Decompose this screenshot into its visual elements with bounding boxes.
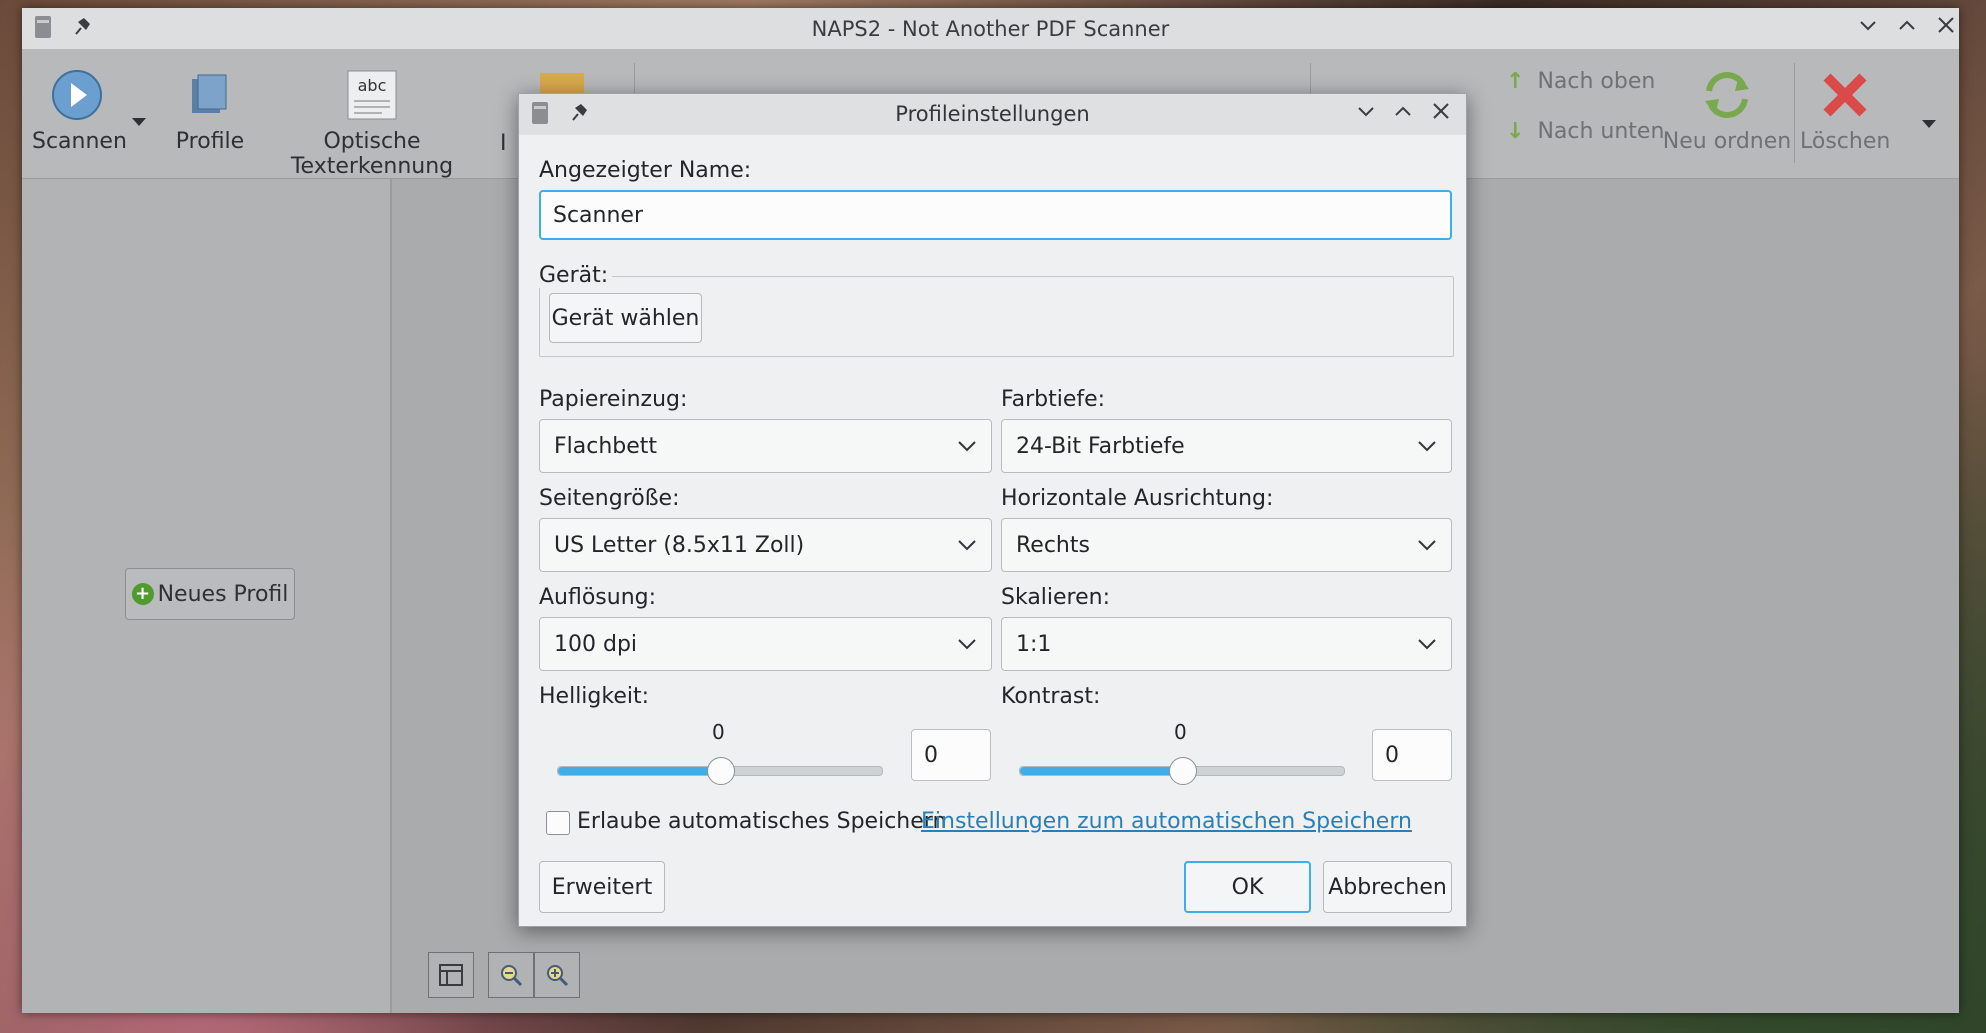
reorder-label: Neu ordnen xyxy=(1662,129,1792,154)
device-label: Gerät: xyxy=(539,263,613,288)
import-label-partial: I xyxy=(500,131,507,156)
brightness-slider[interactable] xyxy=(557,757,883,785)
move-up-button[interactable]: ↑ Nach oben xyxy=(1506,69,1655,94)
maximize-icon[interactable] xyxy=(1896,14,1918,42)
scan-dropdown-arrow[interactable] xyxy=(130,109,148,134)
maximize-icon[interactable] xyxy=(1392,100,1414,128)
profiles-sidebar: + Neues Profil xyxy=(22,179,392,1013)
contrast-slider-value: 0 xyxy=(1174,720,1187,744)
horizontal-align-value: Rechts xyxy=(1016,532,1090,558)
bit-depth-value: 24-Bit Farbtiefe xyxy=(1016,433,1185,459)
page-size-label: Seitengröße: xyxy=(539,486,680,511)
contrast-input[interactable] xyxy=(1372,729,1452,781)
reorder-icon xyxy=(1705,72,1749,118)
chevron-down-icon xyxy=(958,441,976,452)
scale-label: Skalieren: xyxy=(1001,585,1111,610)
contrast-label: Kontrast: xyxy=(1001,684,1101,709)
page-size-value: US Letter (8.5x11 Zoll) xyxy=(554,532,805,558)
scan-button[interactable]: Scannen xyxy=(32,69,127,154)
brightness-slider-handle[interactable] xyxy=(707,757,735,785)
profiles-icon xyxy=(192,74,227,113)
delete-label: Löschen xyxy=(1800,129,1891,154)
toolbar-separator xyxy=(1794,63,1795,163)
contrast-slider-fill xyxy=(1020,767,1182,775)
resolution-select[interactable]: 100 dpi xyxy=(539,617,992,671)
move-up-label: Nach oben xyxy=(1537,69,1656,94)
dialog-titlebar: Profileinstellungen xyxy=(519,94,1466,135)
minimize-icon[interactable] xyxy=(1857,14,1879,42)
move-down-button[interactable]: ↓ Nach unten xyxy=(1506,119,1664,144)
move-down-label: Nach unten xyxy=(1537,119,1665,144)
new-profile-label: Neues Profil xyxy=(157,581,289,607)
arrow-up-icon: ↑ xyxy=(1506,69,1525,94)
brightness-label: Helligkeit: xyxy=(539,684,650,709)
import-button-partial[interactable]: I xyxy=(500,131,507,156)
resolution-value: 100 dpi xyxy=(554,631,638,657)
brightness-input[interactable] xyxy=(911,729,991,781)
scan-label: Scannen xyxy=(32,129,127,154)
minimize-icon[interactable] xyxy=(1355,100,1377,128)
ok-button[interactable]: OK xyxy=(1184,861,1311,913)
delete-icon xyxy=(1823,73,1867,117)
scan-icon xyxy=(52,70,102,120)
contrast-slider[interactable] xyxy=(1019,757,1345,785)
display-name-input[interactable] xyxy=(539,190,1452,240)
cancel-button[interactable]: Abbrechen xyxy=(1323,861,1452,913)
arrow-down-icon: ↓ xyxy=(1506,119,1525,144)
svg-text:abc: abc xyxy=(358,76,387,95)
plus-icon: + xyxy=(131,583,154,605)
brightness-slider-value: 0 xyxy=(712,720,725,744)
close-icon[interactable] xyxy=(1430,100,1452,128)
paper-source-value: Flachbett xyxy=(554,433,658,459)
autosave-checkbox[interactable] xyxy=(546,811,570,835)
advanced-button[interactable]: Erweitert xyxy=(539,861,665,913)
ocr-icon: abc xyxy=(347,70,397,120)
horizontal-align-label: Horizontale Ausrichtung: xyxy=(1001,486,1274,511)
page-size-select[interactable]: US Letter (8.5x11 Zoll) xyxy=(539,518,992,572)
zoom-in-icon xyxy=(547,965,569,987)
paper-source-label: Papiereinzug: xyxy=(539,387,688,412)
autosave-label[interactable]: Erlaube automatisches Speichern xyxy=(577,809,946,834)
toolbar-overflow-arrow[interactable] xyxy=(1920,111,1938,136)
scale-select[interactable]: 1:1 xyxy=(1001,617,1452,671)
zoom-out-button[interactable] xyxy=(488,952,534,998)
autosave-settings-link[interactable]: Einstellungen zum automatischen Speicher… xyxy=(921,809,1412,834)
bit-depth-label: Farbtiefe: xyxy=(1001,387,1106,412)
contrast-slider-handle[interactable] xyxy=(1169,757,1197,785)
brightness-slider-fill xyxy=(558,767,720,775)
zoom-out-icon xyxy=(501,965,523,987)
profiles-label: Profile xyxy=(175,129,245,154)
ocr-button[interactable]: abc Optische Texterkennung xyxy=(252,69,492,179)
paper-source-select[interactable]: Flachbett xyxy=(539,419,992,473)
dialog-title: Profileinstellungen xyxy=(895,102,1090,126)
chevron-down-icon xyxy=(1418,639,1436,650)
chevron-down-icon xyxy=(1418,540,1436,551)
view-toggle-button[interactable] xyxy=(428,952,474,998)
scale-value: 1:1 xyxy=(1016,631,1052,657)
chevron-down-icon xyxy=(958,639,976,650)
close-icon[interactable] xyxy=(1935,14,1957,42)
horizontal-align-select[interactable]: Rechts xyxy=(1001,518,1452,572)
choose-device-button[interactable]: Gerät wählen xyxy=(549,293,702,343)
new-profile-button[interactable]: + Neues Profil xyxy=(125,568,295,620)
resolution-label: Auflösung: xyxy=(539,585,657,610)
zoom-in-button[interactable] xyxy=(534,952,580,998)
bit-depth-select[interactable]: 24-Bit Farbtiefe xyxy=(1001,419,1452,473)
display-name-label: Angezeigter Name: xyxy=(539,158,752,183)
main-titlebar: NAPS2 - Not Another PDF Scanner xyxy=(22,8,1959,49)
delete-button[interactable]: Löschen xyxy=(1800,69,1890,154)
profiles-button[interactable]: Profile xyxy=(170,69,250,154)
window-title: NAPS2 - Not Another PDF Scanner xyxy=(811,17,1170,41)
chevron-down-icon xyxy=(958,540,976,551)
ocr-label: Optische Texterkennung xyxy=(290,129,454,179)
profile-settings-dialog: Profileinstellungen Angezeigter Name: Ge… xyxy=(518,93,1467,927)
layout-icon xyxy=(439,964,463,986)
reorder-button[interactable]: Neu ordnen xyxy=(1662,69,1792,154)
chevron-down-icon xyxy=(1418,441,1436,452)
